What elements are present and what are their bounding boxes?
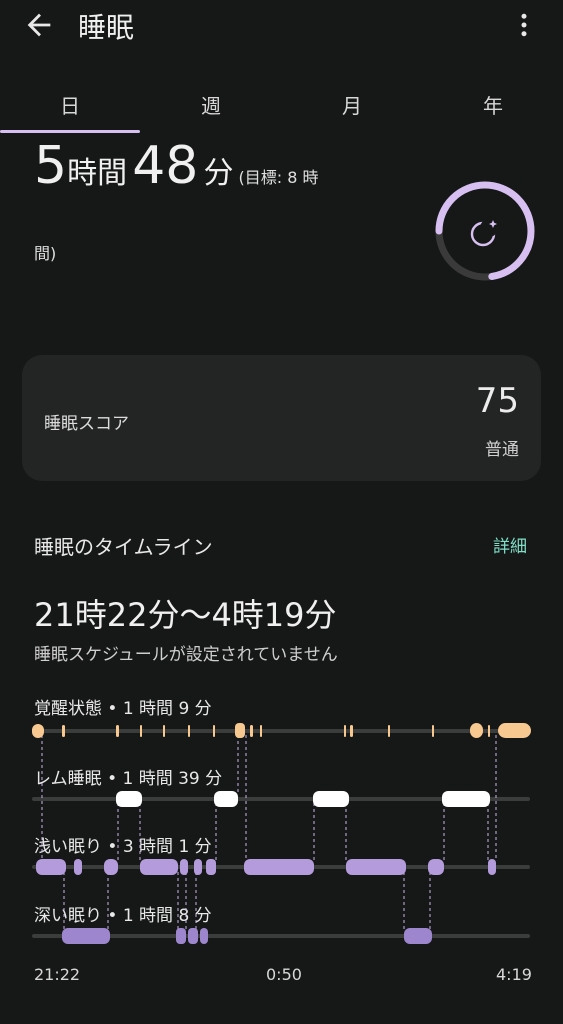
light-segment <box>244 859 314 875</box>
rem-segment <box>116 791 142 807</box>
selected-tab-indicator <box>0 130 140 133</box>
light-segment <box>206 859 216 875</box>
awake-segment <box>32 724 44 738</box>
sleep-score-label: 睡眠スコア <box>44 414 129 434</box>
light-segment <box>194 859 202 875</box>
light-segment <box>140 859 178 875</box>
rem-segment <box>442 791 490 807</box>
axis-label-end: 4:19 <box>496 965 532 984</box>
tab-week[interactable]: 週 <box>141 90 281 119</box>
light-segment <box>488 859 496 875</box>
light-segment <box>428 859 444 875</box>
awake-segment <box>350 725 353 737</box>
stage-transitions <box>41 735 497 932</box>
deep-segment <box>62 928 110 944</box>
details-link[interactable]: 詳細 <box>493 532 527 557</box>
duration-minutes-unit: 分 <box>203 156 234 191</box>
awake-segment <box>388 725 390 737</box>
deep-segment <box>188 928 198 944</box>
back-arrow-icon[interactable] <box>22 8 56 42</box>
sleep-goal: (目標: 8 時 <box>238 168 319 187</box>
deep-segment <box>176 928 186 944</box>
schedule-note: 睡眠スケジュールが設定されていません <box>34 645 338 665</box>
awake-segment <box>188 725 190 737</box>
axis-label-mid: 0:50 <box>266 965 302 984</box>
tab-year[interactable]: 年 <box>423 90 563 119</box>
sleep-score-description: 普通 <box>485 440 519 460</box>
deep-segment <box>404 928 432 944</box>
timeline-title: 睡眠のタイムライン <box>34 535 213 559</box>
light-segment <box>104 859 118 875</box>
sleep-duration: 5時間 48 分 (目標: 8 時 <box>34 140 394 192</box>
sleep-goal-cont: 間) <box>34 244 57 263</box>
timeline-tracks <box>32 729 530 938</box>
awake-segment <box>213 725 215 737</box>
sleep-timeline-chart <box>32 723 531 944</box>
light-segment <box>346 859 406 875</box>
awake-segment <box>235 723 245 738</box>
duration-hours-unit: 時間 <box>67 156 128 191</box>
awake-segment <box>250 725 253 737</box>
tab-day[interactable]: 日 <box>0 90 140 119</box>
rem-segment <box>214 791 238 807</box>
deep-segment <box>200 928 208 944</box>
awake-segment <box>163 725 165 737</box>
light-segment <box>36 859 66 875</box>
awake-segment <box>470 723 483 738</box>
awake-segment <box>140 725 142 737</box>
moon-stars-icon <box>470 219 498 247</box>
sleep-time-range: 21時22分〜4時19分 <box>34 596 337 634</box>
sleep-score-value: 75 <box>475 381 519 421</box>
awake-segment <box>432 725 434 737</box>
duration-minutes: 48 <box>132 136 199 196</box>
axis-label-start: 21:22 <box>34 965 81 984</box>
awake-segment <box>344 725 346 737</box>
awake-segment <box>62 725 65 737</box>
sleep-score-card[interactable]: 睡眠スコア 75 普通 <box>22 355 541 481</box>
awake-segment <box>260 725 262 737</box>
awake-segment <box>116 725 119 737</box>
light-segment <box>180 859 188 875</box>
page-title: 睡眠 <box>78 11 135 44</box>
duration-hours: 5 <box>34 136 68 196</box>
tab-month[interactable]: 月 <box>282 90 422 119</box>
sleep-goal-ring <box>435 181 535 281</box>
awake-segment <box>498 723 531 738</box>
light-segment <box>74 859 82 875</box>
rem-segment <box>313 791 349 807</box>
more-options-icon[interactable] <box>509 10 539 40</box>
awake-segment <box>488 725 490 737</box>
